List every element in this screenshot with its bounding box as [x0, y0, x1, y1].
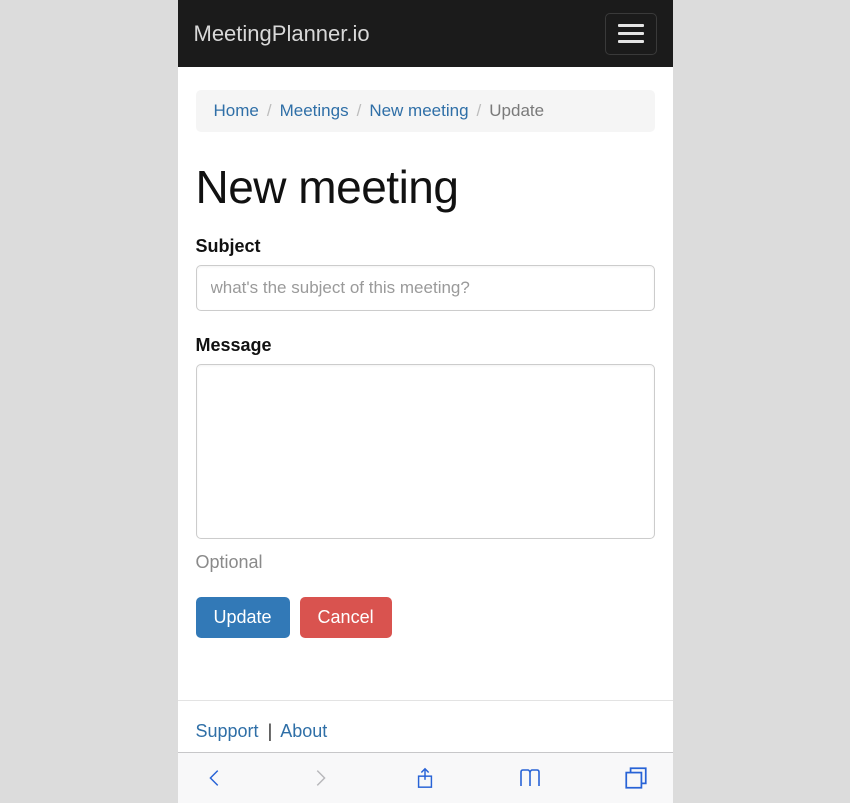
cancel-button[interactable]: Cancel — [300, 597, 392, 638]
hamburger-icon — [618, 32, 644, 35]
bookmarks-button[interactable] — [515, 763, 545, 793]
breadcrumb-separator: / — [477, 101, 482, 121]
app-frame: MeetingPlanner.io Home / Meetings / New … — [178, 0, 673, 803]
breadcrumb-separator: / — [267, 101, 272, 121]
brand-title[interactable]: MeetingPlanner.io — [194, 21, 370, 47]
back-button[interactable] — [200, 763, 230, 793]
breadcrumb-new-meeting[interactable]: New meeting — [369, 101, 468, 121]
breadcrumb-separator: / — [357, 101, 362, 121]
footer-pipe: | — [264, 721, 277, 741]
breadcrumb-meetings[interactable]: Meetings — [280, 101, 349, 121]
main-content: Home / Meetings / New meeting / Update N… — [178, 67, 673, 700]
share-button[interactable] — [410, 763, 440, 793]
form-actions: Update Cancel — [196, 597, 655, 638]
hamburger-icon — [618, 24, 644, 27]
subject-input[interactable] — [196, 265, 655, 311]
message-textarea[interactable] — [196, 364, 655, 539]
browser-toolbar — [178, 752, 673, 803]
tabs-button[interactable] — [621, 763, 651, 793]
footer-links: Support | About — [178, 701, 673, 752]
hamburger-icon — [618, 40, 644, 43]
breadcrumb-current: Update — [489, 101, 544, 121]
forward-button[interactable] — [305, 763, 335, 793]
message-label: Message — [196, 335, 655, 356]
navbar: MeetingPlanner.io — [178, 0, 673, 67]
update-button[interactable]: Update — [196, 597, 290, 638]
support-link[interactable]: Support — [196, 721, 259, 741]
subject-label: Subject — [196, 236, 655, 257]
message-hint: Optional — [196, 552, 655, 573]
page-title: New meeting — [196, 160, 655, 214]
breadcrumb-home[interactable]: Home — [214, 101, 259, 121]
breadcrumb: Home / Meetings / New meeting / Update — [196, 90, 655, 132]
menu-toggle-button[interactable] — [605, 13, 657, 55]
about-link[interactable]: About — [280, 721, 327, 741]
